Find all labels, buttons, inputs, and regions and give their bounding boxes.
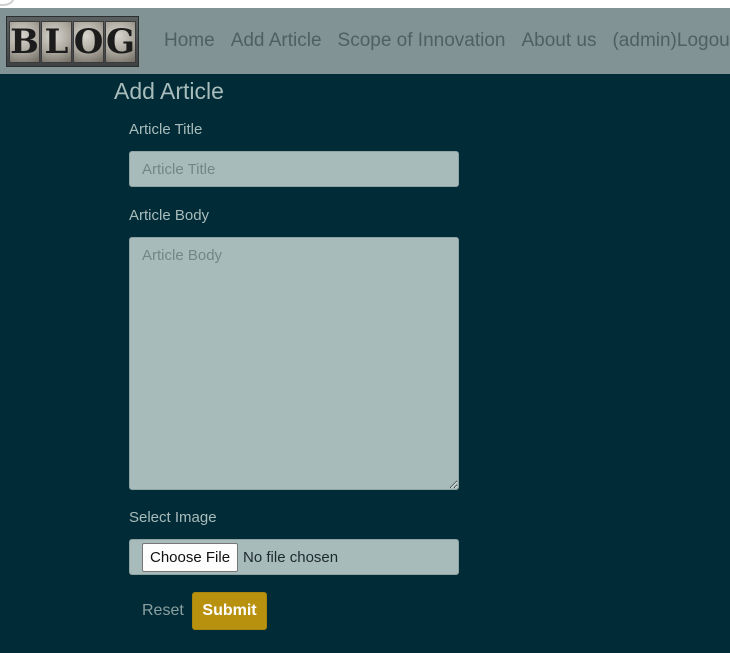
navbar: B L O G Home Add Article Scope of Innova… (0, 8, 730, 74)
logo-letter-o: O (73, 20, 104, 63)
nav-scope-of-innovation-link[interactable]: Scope of Innovation (330, 30, 514, 52)
reset-button[interactable]: Reset (142, 602, 184, 620)
article-body-textarea[interactable] (129, 237, 459, 490)
choose-file-button[interactable]: Choose File (142, 542, 239, 572)
logo-letter-g: G (105, 20, 136, 63)
image-file-input[interactable]: Choose File No file chosen (129, 539, 459, 575)
nav-links: Home Add Article Scope of Innovation Abo… (156, 8, 730, 74)
article-body-label: Article Body (129, 207, 210, 224)
article-title-input[interactable] (129, 151, 459, 187)
logo-letter-l: L (41, 20, 72, 63)
logo-letter-b: B (9, 20, 40, 63)
blog-logo[interactable]: B L O G (6, 16, 139, 67)
file-status-text: No file chosen (243, 548, 339, 566)
nav-add-article-link[interactable]: Add Article (223, 30, 330, 52)
article-title-label: Article Title (129, 121, 203, 138)
nav-logout-link[interactable]: (admin)Logout (604, 30, 730, 52)
tab-edge (0, 0, 14, 6)
nav-home-link[interactable]: Home (156, 30, 223, 52)
submit-button[interactable]: Submit (192, 592, 267, 630)
nav-about-us-link[interactable]: About us (513, 30, 604, 52)
select-image-label: Select Image (129, 509, 217, 526)
page-title: Add Article (114, 78, 224, 104)
browser-top-strip (0, 0, 730, 8)
